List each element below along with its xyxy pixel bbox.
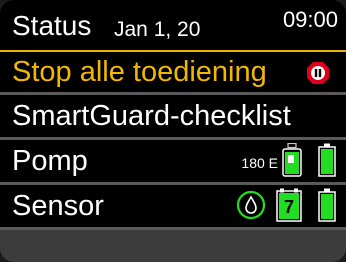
- transmitter-battery-icon: [318, 188, 336, 222]
- time-label: 09:00: [282, 7, 338, 32]
- date-label: Jan 1, 20: [114, 18, 201, 41]
- empty-list-area: [0, 230, 346, 262]
- sensor-life-icon: 7: [276, 188, 302, 222]
- menu-item-label: Sensor: [12, 190, 104, 222]
- pause-stop-icon: [307, 62, 329, 84]
- menu-item-sensor[interactable]: Sensor 7: [0, 185, 346, 227]
- screen-title: Status: [12, 10, 92, 41]
- pump-battery-icon: [318, 143, 336, 177]
- insulin-reservoir-icon: [282, 143, 302, 177]
- menu-item-label: Pomp: [12, 145, 88, 177]
- menu-item-label: SmartGuard-checklist: [12, 100, 291, 132]
- status-screen: Status Jan 1, 20 09:00 Stop alle toedien…: [0, 0, 346, 262]
- header-bar: Status Jan 1, 20 09:00: [0, 0, 346, 50]
- calibration-drop-icon: [236, 190, 266, 220]
- reservoir-amount: 180 E: [241, 155, 278, 171]
- menu-item-stop-all-delivery[interactable]: Stop alle toediening: [0, 50, 346, 94]
- menu-item-label: Stop alle toediening: [12, 56, 267, 88]
- menu-item-smartguard-checklist[interactable]: SmartGuard-checklist: [0, 95, 346, 137]
- menu-item-pump[interactable]: Pomp 180 E: [0, 140, 346, 182]
- sensor-days-remaining: 7: [283, 197, 294, 217]
